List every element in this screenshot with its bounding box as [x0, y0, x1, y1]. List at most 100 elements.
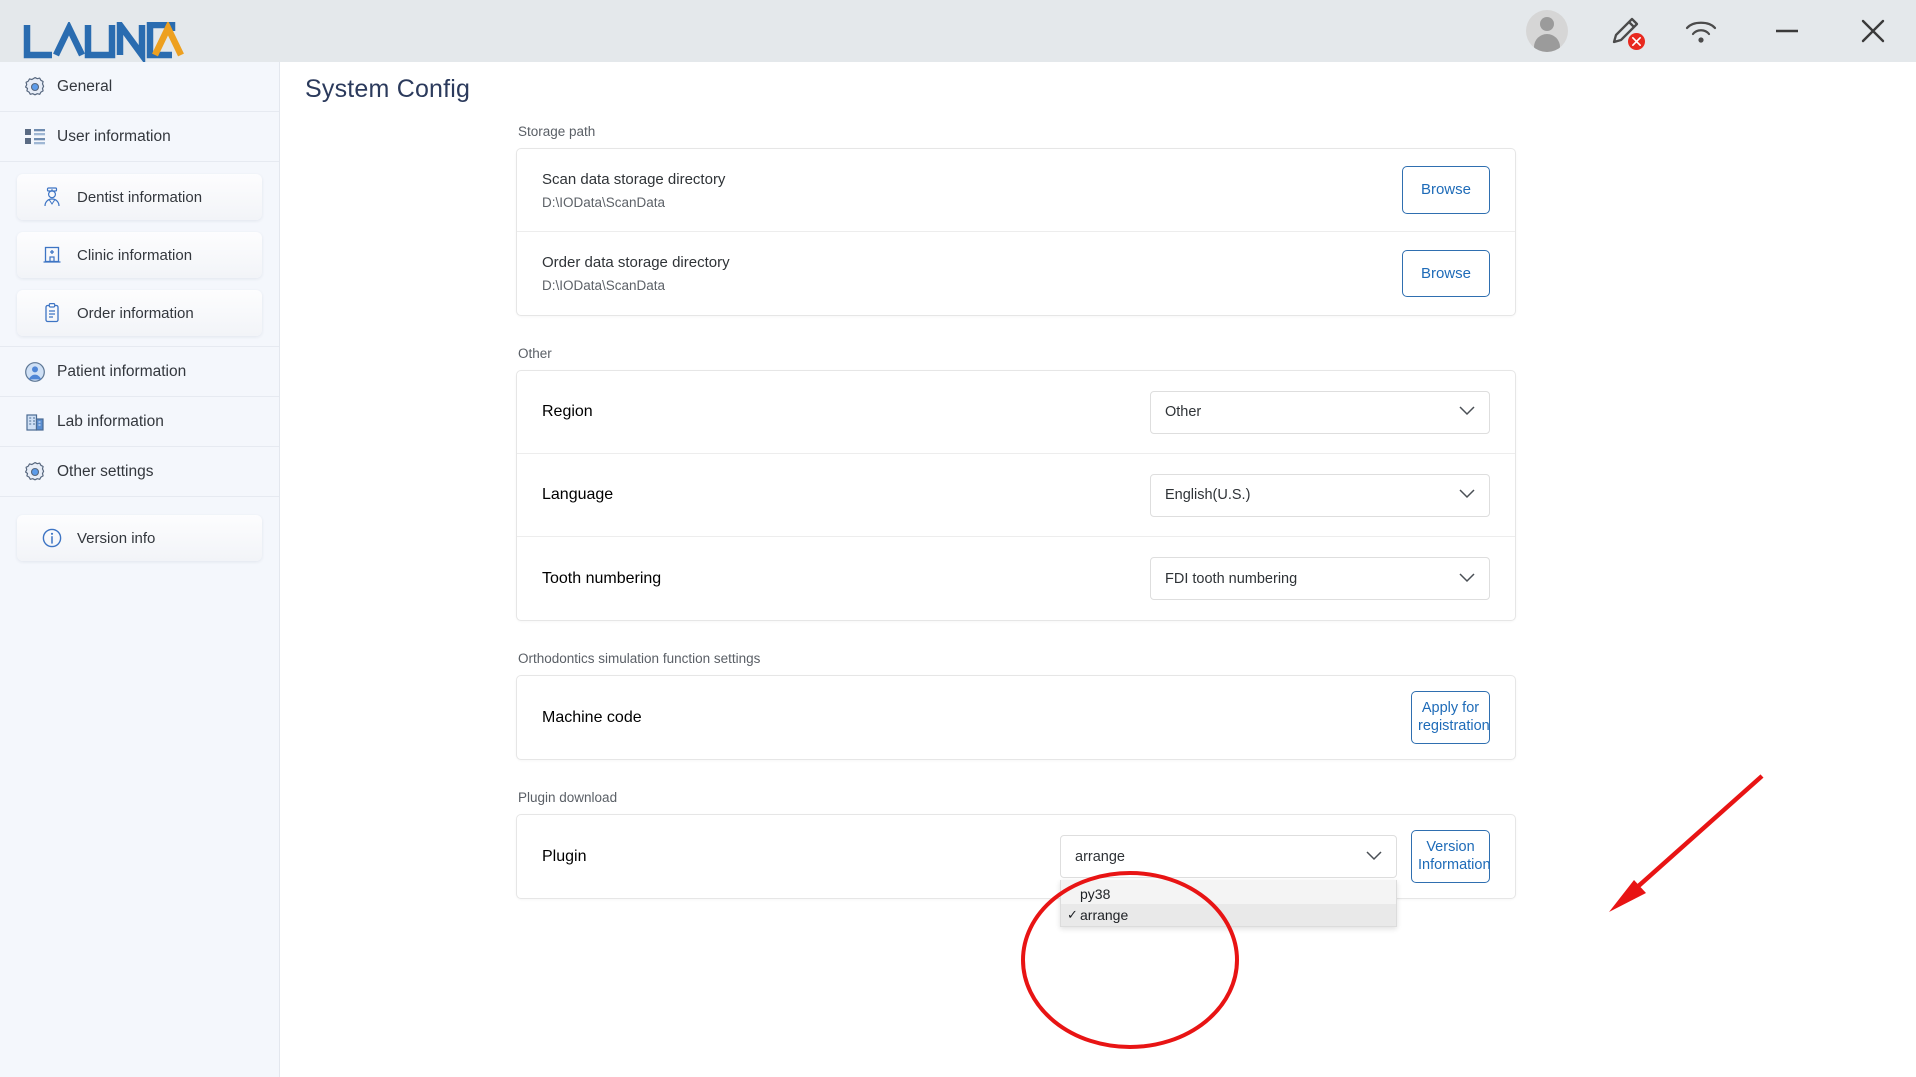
row-path-value: D:\IOData\ScanData — [542, 194, 666, 210]
button-label-line1: Apply for — [1421, 700, 1480, 717]
sidebar-item-label: Other settings — [57, 462, 154, 480]
person-circle-icon — [22, 361, 48, 383]
row-region: Region Other — [517, 371, 1515, 454]
title-bar — [0, 0, 1916, 62]
check-icon: ✓ — [1067, 907, 1078, 922]
section-storage-path: Storage path Scan data storage directory… — [516, 124, 1516, 316]
row-title: Machine code — [542, 708, 642, 726]
row-scan-data-storage: Scan data storage directory D:\IOData\Sc… — [517, 149, 1515, 232]
sidebar-item-label: Order information — [77, 304, 194, 322]
sidebar-item-label: Clinic information — [77, 246, 193, 264]
row-title: Scan data storage directory — [542, 170, 726, 188]
row-title: Language — [542, 486, 614, 503]
row-order-data-storage: Order data storage directory D:\IOData\S… — [517, 232, 1515, 315]
plugin-controls: arrange py38 ✓ arrange Version Informati… — [1060, 830, 1491, 927]
plugin-option-py38[interactable]: py38 — [1061, 880, 1396, 904]
sidebar-item-general[interactable]: General — [0, 62, 279, 112]
region-selected-value: Other — [1165, 404, 1202, 420]
gear-icon — [22, 76, 48, 98]
language-select[interactable]: English(U.S.) — [1150, 473, 1490, 517]
wifi-icon — [1685, 21, 1717, 43]
gear-icon — [22, 461, 48, 483]
sidebar-item-user-information[interactable]: User information — [0, 112, 279, 162]
app-logo — [22, 0, 190, 62]
sidebar-subgroup-version: Version info — [0, 497, 279, 561]
plugin-selected-value: arrange — [1075, 848, 1125, 865]
sidebar-item-label: Version info — [77, 529, 156, 547]
plugin-select[interactable]: arrange py38 ✓ arrange — [1060, 835, 1397, 927]
version-information-button[interactable]: Version Information — [1411, 830, 1491, 883]
sidebar-item-version-info[interactable]: Version info — [17, 515, 262, 561]
row-path-value: D:\IOData\ScanData — [542, 278, 666, 293]
plugin-card: Plugin arrange py38 ✓ arrange Version In… — [516, 814, 1516, 927]
language-selected-value: English(U.S.) — [1165, 487, 1251, 503]
section-label: Storage path — [518, 124, 596, 139]
section-label: Orthodontics simulation function setting… — [518, 651, 761, 666]
browse-order-data-button[interactable]: Browse — [1401, 249, 1490, 298]
sidebar-item-label: User information — [57, 127, 171, 145]
section-orthodontics: Orthodontics simulation function setting… — [516, 651, 1516, 760]
close-button[interactable] — [1830, 0, 1916, 62]
other-card: Region Other Language English(U.S.) Toot… — [516, 370, 1516, 621]
sidebar: General User information Dentist informa… — [0, 62, 280, 1077]
window-controls — [1502, 0, 1916, 62]
info-circle-icon — [39, 527, 65, 549]
scanner-pen-button[interactable] — [1592, 0, 1658, 62]
row-title: Region — [542, 403, 593, 420]
section-label: Plugin download — [518, 790, 618, 805]
button-label-line1: Version — [1426, 839, 1475, 856]
chevron-down-icon — [1459, 570, 1475, 588]
sidebar-item-label: Lab information — [57, 412, 164, 430]
storage-card: Scan data storage directory D:\IOData\Sc… — [516, 148, 1516, 316]
plugin-option-arrange[interactable]: ✓ arrange — [1061, 904, 1396, 926]
clipboard-icon — [39, 302, 65, 324]
section-other: Other Region Other Language English(U.S.… — [516, 346, 1516, 621]
sidebar-item-lab-information[interactable]: Lab information — [0, 397, 279, 447]
sidebar-item-other-settings[interactable]: Other settings — [0, 447, 279, 497]
row-title: Order data storage directory — [542, 254, 730, 271]
orthodontics-card: Machine code Apply for registration — [516, 675, 1516, 760]
chevron-down-icon — [1366, 848, 1382, 866]
row-title: Tooth numbering — [542, 569, 662, 587]
sidebar-item-label: Patient information — [57, 362, 187, 380]
button-label-line2: registration — [1418, 717, 1490, 734]
chevron-down-icon — [1459, 486, 1475, 504]
close-icon — [1861, 19, 1885, 43]
minimize-button[interactable] — [1744, 0, 1830, 62]
app-window: General User information Dentist informa… — [0, 0, 1916, 1077]
row-tooth-numbering: Tooth numbering FDI tooth numbering — [517, 537, 1515, 620]
list-icon — [22, 127, 48, 147]
apply-for-registration-button[interactable]: Apply for registration — [1411, 691, 1490, 744]
row-label-group: Scan data storage directory D:\IOData\Sc… — [542, 171, 725, 210]
page-title: System Config — [305, 75, 471, 103]
avatar — [1526, 10, 1568, 52]
main-content: System Config Storage path Scan data sto… — [281, 62, 1916, 1077]
section-label: Other — [518, 346, 552, 361]
tooth-numbering-select[interactable]: FDI tooth numbering — [1150, 557, 1490, 600]
sidebar-item-order-information[interactable]: Order information — [17, 290, 262, 336]
row-label-group: Order data storage directory D:\IOData\S… — [542, 254, 730, 293]
browse-scan-data-button[interactable]: Browse — [1401, 166, 1490, 214]
button-label-line2: Information — [1418, 856, 1491, 873]
clinic-icon — [39, 244, 65, 266]
dentist-icon — [39, 186, 65, 208]
sidebar-item-label: General — [57, 77, 113, 95]
tooth-numbering-selected-value: FDI tooth numbering — [1165, 570, 1298, 587]
sidebar-item-dentist-information[interactable]: Dentist information — [17, 174, 262, 220]
sidebar-subgroup-user: Dentist information Clinic information O… — [0, 162, 279, 347]
plugin-option-label: arrange — [1080, 907, 1129, 923]
section-plugin-download: Plugin download Plugin arrange py38 ✓ ar… — [516, 790, 1516, 927]
sidebar-item-clinic-information[interactable]: Clinic information — [17, 232, 262, 278]
sidebar-item-label: Dentist information — [77, 188, 203, 206]
user-avatar-button[interactable] — [1502, 10, 1592, 52]
row-plugin: Plugin arrange py38 ✓ arrange Version In… — [517, 815, 1515, 927]
chevron-down-icon — [1459, 403, 1475, 421]
region-select[interactable]: Other — [1150, 390, 1490, 434]
wifi-button[interactable] — [1658, 0, 1744, 62]
plugin-dropdown-list[interactable]: py38 ✓ arrange — [1060, 880, 1397, 927]
sidebar-item-patient-information[interactable]: Patient information — [0, 347, 279, 397]
row-language: Language English(U.S.) — [517, 454, 1515, 537]
